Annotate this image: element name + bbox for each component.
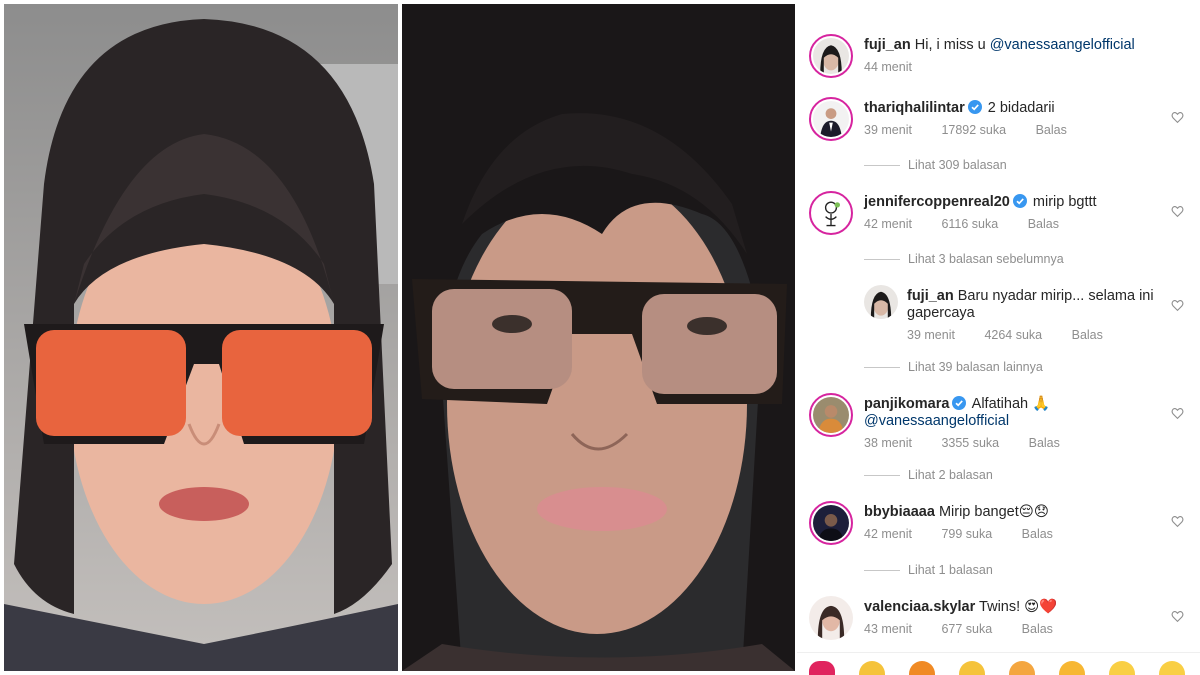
clap-emoji-icon[interactable] <box>859 661 885 675</box>
timestamp: 42 menit <box>864 527 912 541</box>
reply-button[interactable]: Balas <box>1022 527 1053 541</box>
username[interactable]: fuji_an <box>907 288 954 304</box>
raised-hands-emoji-icon[interactable] <box>959 661 985 675</box>
comment-text: 2 bidadarii <box>987 100 1055 116</box>
like-count[interactable]: 6116 suka <box>941 217 998 231</box>
avatar[interactable] <box>809 501 853 545</box>
comment-text: Twins! 😍❤️ <box>979 599 1058 615</box>
mention-link[interactable]: @vanessaangelofficial <box>990 37 1135 53</box>
like-count[interactable]: 4264 suka <box>984 328 1042 342</box>
like-count[interactable]: 17892 suka <box>941 123 1006 137</box>
timestamp: 38 menit <box>864 436 912 450</box>
comment-text: Alfatihah 🙏 <box>971 396 1051 412</box>
timestamp: 39 menit <box>864 123 912 137</box>
like-heart-icon[interactable] <box>1171 205 1184 218</box>
avatar[interactable] <box>809 34 853 78</box>
avatar-image <box>864 285 898 319</box>
avatar[interactable] <box>809 191 853 235</box>
heart-eyes-emoji-icon[interactable] <box>1059 661 1085 675</box>
fire-emoji-icon[interactable] <box>909 661 935 675</box>
username[interactable]: panjikomara <box>864 396 949 412</box>
photo-left <box>4 4 398 671</box>
avatar-image <box>809 596 853 640</box>
like-heart-icon[interactable] <box>1171 111 1184 124</box>
like-count[interactable]: 3355 suka <box>941 436 999 450</box>
comment-text: Mirip banget😔😞 <box>938 504 1049 520</box>
avatar-image <box>813 101 849 137</box>
like-count[interactable]: 677 suka <box>941 622 992 636</box>
avatar[interactable] <box>809 596 853 640</box>
reply-button[interactable]: Balas <box>1036 123 1067 137</box>
heart-emoji-icon[interactable] <box>809 661 835 675</box>
reply-button[interactable]: Balas <box>1028 217 1059 231</box>
avatar[interactable] <box>864 285 898 319</box>
username[interactable]: jennifercoppenreal20 <box>864 194 1010 210</box>
like-heart-icon[interactable] <box>1171 515 1184 528</box>
avatar-image <box>813 195 849 231</box>
comments-panel: fuji_an Hi, i miss u @vanessaangeloffici… <box>797 0 1200 675</box>
avatar[interactable] <box>809 393 853 437</box>
emoji-reaction-bar <box>797 652 1200 675</box>
surprised-emoji-icon[interactable] <box>1109 661 1135 675</box>
username[interactable]: thariqhalilintar <box>864 100 965 116</box>
reply-button[interactable]: Balas <box>1029 436 1060 450</box>
verified-badge-icon <box>967 100 982 114</box>
photo-right <box>402 4 795 671</box>
avatar-image <box>813 397 849 433</box>
view-replies-link[interactable]: Lihat 2 balasan <box>864 468 993 482</box>
caption-text: Hi, i miss u <box>914 37 986 53</box>
like-heart-icon[interactable] <box>1171 610 1184 623</box>
selfie-black-glasses-image <box>402 4 795 671</box>
avatar-image <box>813 505 849 541</box>
timestamp: 39 menit <box>907 328 955 342</box>
username[interactable]: fuji_an <box>864 37 911 53</box>
avatar-image <box>813 38 849 74</box>
verified-badge-icon <box>952 396 967 410</box>
like-count[interactable]: 799 suka <box>941 527 992 541</box>
view-replies-link[interactable]: Lihat 1 balasan <box>864 563 993 577</box>
reply-button[interactable]: Balas <box>1072 328 1103 342</box>
mention-link[interactable]: @vanessaangelofficial <box>864 413 1009 429</box>
timestamp: 42 menit <box>864 217 912 231</box>
reply-button[interactable]: Balas <box>1022 622 1053 636</box>
comment-text: mirip bgttt <box>1032 194 1097 210</box>
view-replies-link[interactable]: Lihat 39 balasan lainnya <box>864 360 1043 374</box>
timestamp: 44 menit <box>864 60 912 74</box>
username[interactable]: valenciaa.skylar <box>864 599 975 615</box>
selfie-orange-glasses-image <box>4 4 398 671</box>
timestamp: 43 menit <box>864 622 912 636</box>
laughing-emoji-icon[interactable] <box>1159 661 1185 675</box>
like-heart-icon[interactable] <box>1171 299 1184 312</box>
verified-badge-icon <box>1012 194 1027 208</box>
username[interactable]: bbybiaaaa <box>864 504 935 520</box>
view-previous-replies-link[interactable]: Lihat 3 balasan sebelumnya <box>864 252 1064 266</box>
view-replies-link[interactable]: Lihat 309 balasan <box>864 158 1007 172</box>
crying-laughing-emoji-icon[interactable] <box>1009 661 1035 675</box>
like-heart-icon[interactable] <box>1171 407 1184 420</box>
avatar[interactable] <box>809 97 853 141</box>
